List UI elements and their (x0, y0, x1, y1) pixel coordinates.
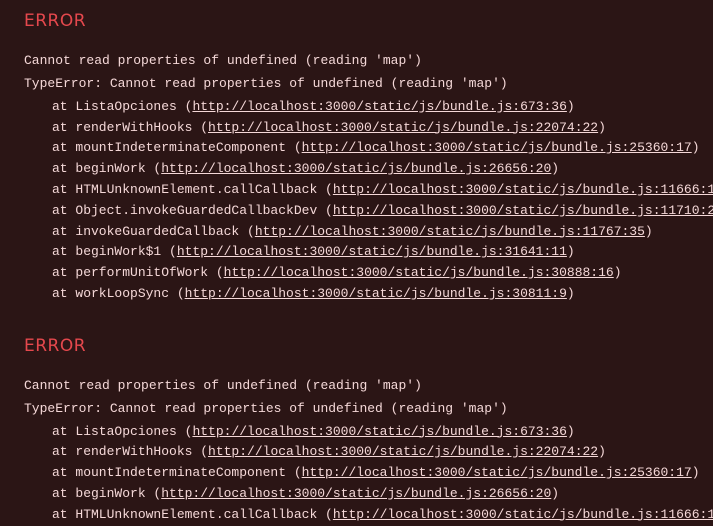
stack-suffix: ) (551, 161, 559, 176)
stack-prefix: at renderWithHooks ( (52, 120, 208, 135)
stack-prefix: at beginWork ( (52, 486, 161, 501)
stack-source-link[interactable]: http://localhost:3000/static/js/bundle.j… (192, 99, 566, 114)
stack-prefix: at HTMLUnknownElement.callCallback ( (52, 182, 333, 197)
stack-prefix: at performUnitOfWork ( (52, 265, 224, 280)
stack-source-link[interactable]: http://localhost:3000/static/js/bundle.j… (161, 161, 551, 176)
stack-prefix: at Object.invokeGuardedCallbackDev ( (52, 203, 333, 218)
error-type-line: TypeError: Cannot read properties of und… (24, 399, 689, 420)
stack-frame: at beginWork (http://localhost:3000/stat… (24, 159, 689, 180)
error-summary: Cannot read properties of undefined (rea… (24, 376, 689, 397)
stack-source-link[interactable]: http://localhost:3000/static/js/bundle.j… (333, 203, 713, 218)
stack-frame: at mountIndeterminateComponent (http://l… (24, 138, 689, 159)
stack-prefix: at invokeGuardedCallback ( (52, 224, 255, 239)
stack-prefix: at beginWork ( (52, 161, 161, 176)
stack-source-link[interactable]: http://localhost:3000/static/js/bundle.j… (208, 444, 598, 459)
stack-prefix: at ListaOpciones ( (52, 424, 192, 439)
stack-suffix: ) (567, 99, 575, 114)
stack-frame: at renderWithHooks (http://localhost:300… (24, 118, 689, 139)
stack-suffix: ) (551, 486, 559, 501)
stack-source-link[interactable]: http://localhost:3000/static/js/bundle.j… (255, 224, 645, 239)
stack-source-link[interactable]: http://localhost:3000/static/js/bundle.j… (177, 244, 567, 259)
stack-prefix: at beginWork$1 ( (52, 244, 177, 259)
error-block: ERROR Cannot read properties of undefined… (24, 8, 689, 305)
stack-suffix: ) (598, 444, 606, 459)
stack-source-link[interactable]: http://localhost:3000/static/js/bundle.j… (302, 140, 692, 155)
stack-suffix: ) (567, 286, 575, 301)
stack-frame: at renderWithHooks (http://localhost:300… (24, 442, 689, 463)
stack-prefix: at mountIndeterminateComponent ( (52, 140, 302, 155)
stack-suffix: ) (645, 224, 653, 239)
stack-source-link[interactable]: http://localhost:3000/static/js/bundle.j… (192, 424, 566, 439)
stack-suffix: ) (567, 244, 575, 259)
stack-source-link[interactable]: http://localhost:3000/static/js/bundle.j… (302, 465, 692, 480)
stack-frame: at workLoopSync (http://localhost:3000/s… (24, 284, 689, 305)
stack-source-link[interactable]: http://localhost:3000/static/js/bundle.j… (208, 120, 598, 135)
stack-source-link[interactable]: http://localhost:3000/static/js/bundle.j… (185, 286, 567, 301)
stack-suffix: ) (598, 120, 606, 135)
stack-suffix: ) (692, 465, 700, 480)
stack-frame: at Object.invokeGuardedCallbackDev (http… (24, 201, 689, 222)
error-heading: ERROR (24, 333, 689, 360)
stack-suffix: ) (614, 265, 622, 280)
stack-frame: at ListaOpciones (http://localhost:3000/… (24, 97, 689, 118)
stack-source-link[interactable]: http://localhost:3000/static/js/bundle.j… (224, 265, 614, 280)
stack-prefix: at renderWithHooks ( (52, 444, 208, 459)
error-block: ERROR Cannot read properties of undefined… (24, 333, 689, 526)
stack-frame: at invokeGuardedCallback (http://localho… (24, 222, 689, 243)
stack-prefix: at HTMLUnknownElement.callCallback ( (52, 507, 333, 522)
stack-frame: at beginWork$1 (http://localhost:3000/st… (24, 242, 689, 263)
stack-source-link[interactable]: http://localhost:3000/static/js/bundle.j… (161, 486, 551, 501)
stack-suffix: ) (692, 140, 700, 155)
stack-source-link[interactable]: http://localhost:3000/static/js/bundle.j… (333, 182, 713, 197)
error-type-line: TypeError: Cannot read properties of und… (24, 74, 689, 95)
stack-frame: at HTMLUnknownElement.callCallback (http… (24, 505, 689, 526)
stack-frame: at ListaOpciones (http://localhost:3000/… (24, 422, 689, 443)
stack-prefix: at mountIndeterminateComponent ( (52, 465, 302, 480)
stack-frame: at performUnitOfWork (http://localhost:3… (24, 263, 689, 284)
error-heading: ERROR (24, 8, 689, 35)
stack-frame: at beginWork (http://localhost:3000/stat… (24, 484, 689, 505)
stack-prefix: at ListaOpciones ( (52, 99, 192, 114)
error-summary: Cannot read properties of undefined (rea… (24, 51, 689, 72)
stack-frame: at mountIndeterminateComponent (http://l… (24, 463, 689, 484)
stack-source-link[interactable]: http://localhost:3000/static/js/bundle.j… (333, 507, 713, 522)
stack-prefix: at workLoopSync ( (52, 286, 185, 301)
stack-frame: at HTMLUnknownElement.callCallback (http… (24, 180, 689, 201)
stack-suffix: ) (567, 424, 575, 439)
